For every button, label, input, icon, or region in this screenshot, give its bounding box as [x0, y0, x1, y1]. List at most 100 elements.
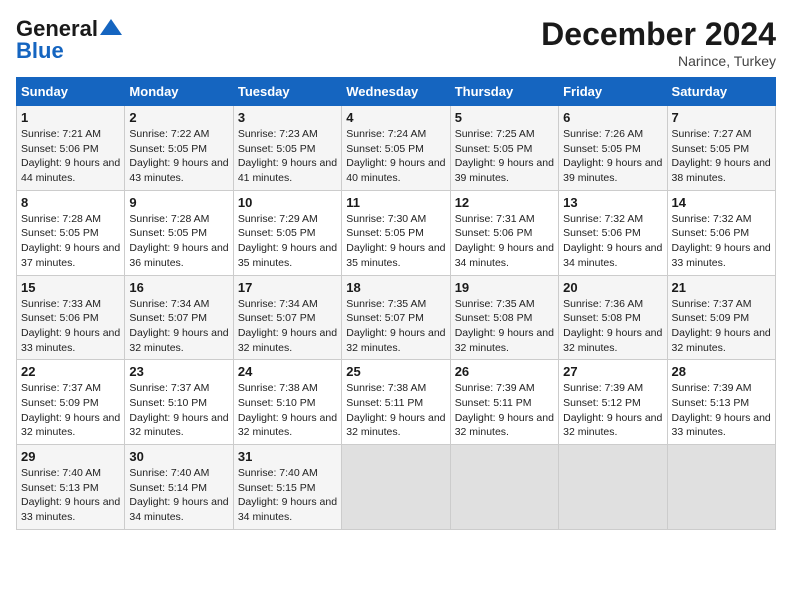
day-info: Sunrise: 7:23 AMSunset: 5:05 PMDaylight:… — [238, 128, 337, 184]
calendar-cell: 11 Sunrise: 7:30 AMSunset: 5:05 PMDaylig… — [342, 190, 450, 275]
day-number: 31 — [238, 449, 337, 464]
calendar-cell: 16 Sunrise: 7:34 AMSunset: 5:07 PMDaylig… — [125, 275, 233, 360]
day-number: 17 — [238, 280, 337, 295]
calendar-table: SundayMondayTuesdayWednesdayThursdayFrid… — [16, 77, 776, 530]
day-number: 1 — [21, 110, 120, 125]
day-info: Sunrise: 7:31 AMSunset: 5:06 PMDaylight:… — [455, 213, 554, 269]
day-number: 16 — [129, 280, 228, 295]
day-number: 13 — [563, 195, 662, 210]
day-number: 20 — [563, 280, 662, 295]
day-header-saturday: Saturday — [667, 78, 775, 106]
week-row-2: 8 Sunrise: 7:28 AMSunset: 5:05 PMDayligh… — [17, 190, 776, 275]
calendar-cell: 8 Sunrise: 7:28 AMSunset: 5:05 PMDayligh… — [17, 190, 125, 275]
day-header-monday: Monday — [125, 78, 233, 106]
day-info: Sunrise: 7:37 AMSunset: 5:09 PMDaylight:… — [21, 382, 120, 438]
day-number: 6 — [563, 110, 662, 125]
day-info: Sunrise: 7:40 AMSunset: 5:13 PMDaylight:… — [21, 467, 120, 523]
calendar-cell: 9 Sunrise: 7:28 AMSunset: 5:05 PMDayligh… — [125, 190, 233, 275]
day-info: Sunrise: 7:32 AMSunset: 5:06 PMDaylight:… — [672, 213, 771, 269]
day-number: 30 — [129, 449, 228, 464]
day-number: 15 — [21, 280, 120, 295]
day-number: 4 — [346, 110, 445, 125]
day-number: 11 — [346, 195, 445, 210]
day-header-friday: Friday — [559, 78, 667, 106]
day-info: Sunrise: 7:37 AMSunset: 5:09 PMDaylight:… — [672, 298, 771, 354]
calendar-cell: 21 Sunrise: 7:37 AMSunset: 5:09 PMDaylig… — [667, 275, 775, 360]
calendar-cell: 22 Sunrise: 7:37 AMSunset: 5:09 PMDaylig… — [17, 360, 125, 445]
day-number: 12 — [455, 195, 554, 210]
day-number: 3 — [238, 110, 337, 125]
day-info: Sunrise: 7:30 AMSunset: 5:05 PMDaylight:… — [346, 213, 445, 269]
day-number: 28 — [672, 364, 771, 379]
calendar-cell: 1 Sunrise: 7:21 AMSunset: 5:06 PMDayligh… — [17, 106, 125, 191]
day-info: Sunrise: 7:38 AMSunset: 5:10 PMDaylight:… — [238, 382, 337, 438]
day-header-sunday: Sunday — [17, 78, 125, 106]
calendar-cell: 28 Sunrise: 7:39 AMSunset: 5:13 PMDaylig… — [667, 360, 775, 445]
calendar-cell: 20 Sunrise: 7:36 AMSunset: 5:08 PMDaylig… — [559, 275, 667, 360]
day-number: 9 — [129, 195, 228, 210]
day-number: 18 — [346, 280, 445, 295]
day-number: 25 — [346, 364, 445, 379]
day-number: 27 — [563, 364, 662, 379]
day-number: 22 — [21, 364, 120, 379]
calendar-cell: 3 Sunrise: 7:23 AMSunset: 5:05 PMDayligh… — [233, 106, 341, 191]
day-info: Sunrise: 7:26 AMSunset: 5:05 PMDaylight:… — [563, 128, 662, 184]
calendar-cell: 12 Sunrise: 7:31 AMSunset: 5:06 PMDaylig… — [450, 190, 558, 275]
day-number: 8 — [21, 195, 120, 210]
week-row-4: 22 Sunrise: 7:37 AMSunset: 5:09 PMDaylig… — [17, 360, 776, 445]
day-info: Sunrise: 7:25 AMSunset: 5:05 PMDaylight:… — [455, 128, 554, 184]
calendar-body: 1 Sunrise: 7:21 AMSunset: 5:06 PMDayligh… — [17, 106, 776, 530]
day-number: 19 — [455, 280, 554, 295]
day-number: 21 — [672, 280, 771, 295]
day-info: Sunrise: 7:21 AMSunset: 5:06 PMDaylight:… — [21, 128, 120, 184]
calendar-header: SundayMondayTuesdayWednesdayThursdayFrid… — [17, 78, 776, 106]
day-info: Sunrise: 7:36 AMSunset: 5:08 PMDaylight:… — [563, 298, 662, 354]
day-info: Sunrise: 7:40 AMSunset: 5:15 PMDaylight:… — [238, 467, 337, 523]
day-number: 26 — [455, 364, 554, 379]
calendar-cell: 24 Sunrise: 7:38 AMSunset: 5:10 PMDaylig… — [233, 360, 341, 445]
day-number: 10 — [238, 195, 337, 210]
day-info: Sunrise: 7:32 AMSunset: 5:06 PMDaylight:… — [563, 213, 662, 269]
calendar-cell — [667, 445, 775, 530]
day-info: Sunrise: 7:39 AMSunset: 5:12 PMDaylight:… — [563, 382, 662, 438]
day-info: Sunrise: 7:33 AMSunset: 5:06 PMDaylight:… — [21, 298, 120, 354]
day-info: Sunrise: 7:28 AMSunset: 5:05 PMDaylight:… — [21, 213, 120, 269]
calendar-cell: 5 Sunrise: 7:25 AMSunset: 5:05 PMDayligh… — [450, 106, 558, 191]
day-number: 5 — [455, 110, 554, 125]
week-row-5: 29 Sunrise: 7:40 AMSunset: 5:13 PMDaylig… — [17, 445, 776, 530]
day-header-tuesday: Tuesday — [233, 78, 341, 106]
calendar-cell: 29 Sunrise: 7:40 AMSunset: 5:13 PMDaylig… — [17, 445, 125, 530]
day-number: 24 — [238, 364, 337, 379]
logo: General Blue — [16, 16, 122, 64]
day-info: Sunrise: 7:35 AMSunset: 5:08 PMDaylight:… — [455, 298, 554, 354]
calendar-cell: 7 Sunrise: 7:27 AMSunset: 5:05 PMDayligh… — [667, 106, 775, 191]
calendar-cell: 30 Sunrise: 7:40 AMSunset: 5:14 PMDaylig… — [125, 445, 233, 530]
calendar-cell: 26 Sunrise: 7:39 AMSunset: 5:11 PMDaylig… — [450, 360, 558, 445]
day-info: Sunrise: 7:34 AMSunset: 5:07 PMDaylight:… — [129, 298, 228, 354]
day-info: Sunrise: 7:39 AMSunset: 5:13 PMDaylight:… — [672, 382, 771, 438]
calendar-cell: 15 Sunrise: 7:33 AMSunset: 5:06 PMDaylig… — [17, 275, 125, 360]
calendar-cell: 23 Sunrise: 7:37 AMSunset: 5:10 PMDaylig… — [125, 360, 233, 445]
day-info: Sunrise: 7:34 AMSunset: 5:07 PMDaylight:… — [238, 298, 337, 354]
calendar-cell: 13 Sunrise: 7:32 AMSunset: 5:06 PMDaylig… — [559, 190, 667, 275]
month-title: December 2024 — [541, 16, 776, 53]
calendar-cell: 17 Sunrise: 7:34 AMSunset: 5:07 PMDaylig… — [233, 275, 341, 360]
calendar-cell: 27 Sunrise: 7:39 AMSunset: 5:12 PMDaylig… — [559, 360, 667, 445]
day-info: Sunrise: 7:24 AMSunset: 5:05 PMDaylight:… — [346, 128, 445, 184]
week-row-3: 15 Sunrise: 7:33 AMSunset: 5:06 PMDaylig… — [17, 275, 776, 360]
day-header-thursday: Thursday — [450, 78, 558, 106]
day-info: Sunrise: 7:39 AMSunset: 5:11 PMDaylight:… — [455, 382, 554, 438]
calendar-cell — [342, 445, 450, 530]
calendar-cell: 10 Sunrise: 7:29 AMSunset: 5:05 PMDaylig… — [233, 190, 341, 275]
calendar-cell: 6 Sunrise: 7:26 AMSunset: 5:05 PMDayligh… — [559, 106, 667, 191]
day-number: 7 — [672, 110, 771, 125]
day-header-wednesday: Wednesday — [342, 78, 450, 106]
calendar-cell: 31 Sunrise: 7:40 AMSunset: 5:15 PMDaylig… — [233, 445, 341, 530]
day-info: Sunrise: 7:27 AMSunset: 5:05 PMDaylight:… — [672, 128, 771, 184]
title-area: December 2024 Narince, Turkey — [541, 16, 776, 69]
day-info: Sunrise: 7:40 AMSunset: 5:14 PMDaylight:… — [129, 467, 228, 523]
calendar-cell: 2 Sunrise: 7:22 AMSunset: 5:05 PMDayligh… — [125, 106, 233, 191]
day-info: Sunrise: 7:35 AMSunset: 5:07 PMDaylight:… — [346, 298, 445, 354]
calendar-cell — [450, 445, 558, 530]
calendar-cell: 25 Sunrise: 7:38 AMSunset: 5:11 PMDaylig… — [342, 360, 450, 445]
